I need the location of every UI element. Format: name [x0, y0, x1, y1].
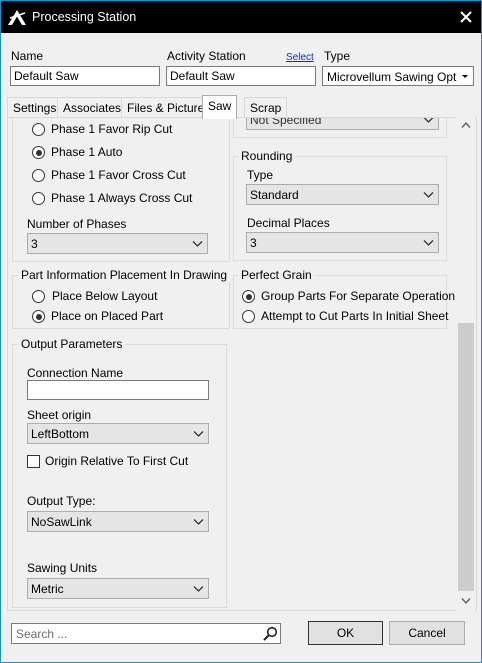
part-info-title: Part Information Placement In Drawing [18, 268, 231, 282]
output-type-label: Output Type: [27, 494, 96, 508]
search-input[interactable] [16, 626, 256, 641]
activity-station-label: Activity Station [167, 49, 246, 63]
chevron-down-icon [192, 241, 203, 247]
scroll-up-icon[interactable] [461, 121, 471, 129]
search-box[interactable] [11, 623, 281, 644]
chevron-down-icon [462, 75, 468, 78]
radio-circle [32, 123, 45, 136]
radio-label: Phase 1 Always Cross Cut [51, 191, 193, 205]
radio-label: Phase 1 Favor Cross Cut [51, 168, 186, 182]
dropdown-value: Not Specified [250, 117, 322, 127]
radio-label: Place Below Layout [52, 289, 158, 303]
scroll-down-icon[interactable] [461, 597, 471, 605]
radio-circle [32, 192, 45, 205]
chevron-down-icon [193, 519, 204, 525]
sheet-origin-label: Sheet origin [27, 408, 92, 422]
rounding-title: Rounding [238, 149, 296, 163]
saw-tab-panel: Phase 1 Favor Rip Cut Phase 1 Auto Phase… [7, 117, 477, 611]
top-right-dropdown[interactable]: Not Specified [246, 117, 439, 130]
chevron-down-icon [193, 586, 204, 592]
select-link[interactable]: Select [286, 52, 314, 63]
type-value: Microvellum Sawing Optimiz [327, 70, 457, 84]
app-logo-icon [8, 10, 26, 25]
dropdown-value: Metric [31, 582, 64, 596]
dropdown-value: LeftBottom [31, 427, 90, 441]
radio-label: Phase 1 Auto [51, 145, 123, 159]
rounding-type-label: Type [247, 168, 274, 182]
chevron-down-icon [423, 240, 434, 246]
rounding-type-dropdown[interactable]: Standard [246, 184, 439, 205]
type-combobox[interactable]: Microvellum Sawing Optimiz [322, 66, 474, 86]
dropdown-value: Standard [250, 188, 299, 202]
checkbox-label: Origin Relative To First Cut [45, 454, 189, 468]
radio-circle [32, 146, 45, 159]
tab-saw[interactable]: Saw [202, 95, 238, 119]
chevron-down-icon [193, 431, 204, 437]
search-icon[interactable] [262, 626, 278, 642]
sawing-units-label: Sawing Units [27, 561, 98, 575]
dropdown-value: NoSawLink [31, 515, 92, 529]
activity-station-field[interactable]: Default Saw [166, 66, 316, 86]
tab-settings[interactable]: Settings [7, 97, 63, 117]
radio-circle [242, 310, 255, 323]
radio-circle [32, 310, 45, 323]
sawing-units-dropdown[interactable]: Metric [27, 578, 209, 599]
connection-name-field[interactable] [27, 380, 209, 400]
radio-label: Place on Placed Part [51, 309, 164, 323]
sheet-origin-dropdown[interactable]: LeftBottom [27, 423, 209, 444]
ok-button[interactable]: OK [308, 621, 383, 645]
number-of-phases-label: Number of Phases [27, 217, 127, 231]
radio-circle [32, 169, 45, 182]
cancel-button[interactable]: Cancel [389, 621, 465, 645]
dropdown-value: 3 [31, 237, 38, 251]
scrollbar-thumb[interactable] [458, 323, 474, 591]
tab-associates[interactable]: Associates [57, 97, 128, 117]
connection-name-label: Connection Name [27, 366, 124, 380]
type-label: Type [324, 49, 351, 63]
checkbox-box [27, 455, 40, 468]
processing-station-window: Processing Station Name Default Saw Acti… [0, 0, 482, 663]
chevron-down-icon [423, 192, 434, 198]
decimal-places-label: Decimal Places [247, 216, 330, 230]
radio-circle [32, 290, 45, 303]
dropdown-value: 3 [250, 236, 257, 250]
tab-scrap[interactable]: Scrap [244, 97, 288, 117]
title-bar: Processing Station [1, 1, 481, 33]
name-field[interactable]: Default Saw [10, 66, 160, 86]
window-title: Processing Station [32, 10, 137, 24]
radio-circle [242, 290, 255, 303]
vertical-scrollbar[interactable] [457, 117, 475, 611]
radio-label: Group Parts For Separate Operation [261, 289, 456, 303]
output-parameters-title: Output Parameters [18, 337, 126, 351]
radio-label: Attempt to Cut Parts In Initial Sheet [261, 309, 449, 323]
number-of-phases-dropdown[interactable]: 3 [27, 233, 208, 254]
radio-label: Phase 1 Favor Rip Cut [51, 122, 173, 136]
decimal-places-dropdown[interactable]: 3 [246, 232, 439, 253]
output-type-dropdown[interactable]: NoSawLink [27, 511, 209, 532]
chevron-down-icon [423, 118, 434, 123]
name-label: Name [11, 49, 44, 63]
close-icon[interactable] [457, 8, 475, 26]
perfect-grain-title: Perfect Grain [238, 268, 315, 282]
